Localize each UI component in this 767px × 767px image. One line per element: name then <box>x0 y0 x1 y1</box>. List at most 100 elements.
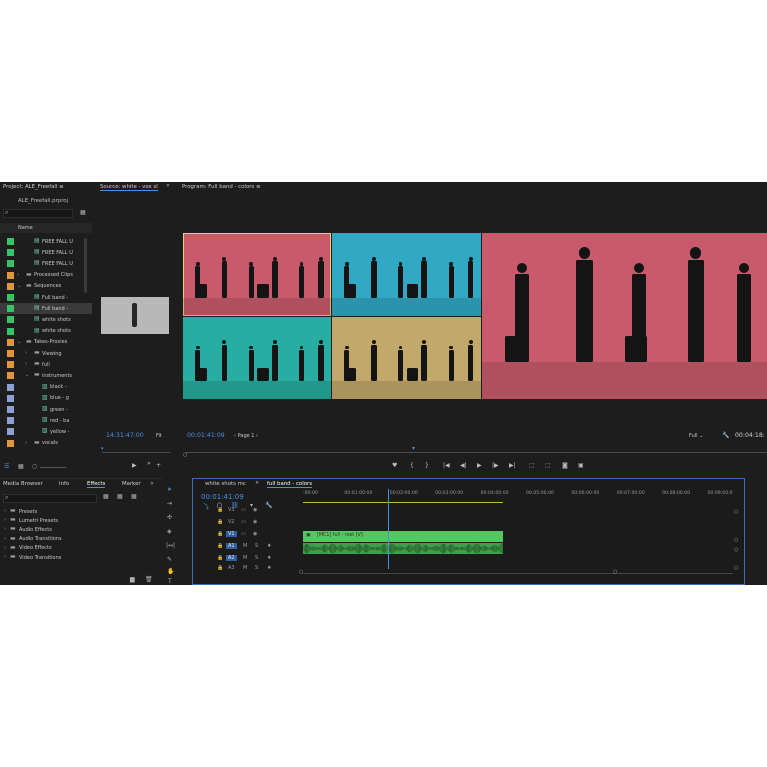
work-area-bar[interactable] <box>303 502 503 503</box>
disclosure-triangle-icon[interactable]: › <box>4 508 6 514</box>
track-solo-button[interactable]: S <box>255 543 258 549</box>
label-color-swatch[interactable] <box>7 350 14 357</box>
effects-tab-info[interactable]: Info <box>59 481 69 487</box>
nest-toggle-icon[interactable]: ⤵ <box>203 502 209 511</box>
source-fit-dropdown[interactable]: Fit <box>156 433 162 439</box>
label-color-swatch[interactable] <box>7 260 14 268</box>
new-bin-icon[interactable]: ▆ <box>130 576 135 583</box>
track-sync-icon[interactable]: ▭ <box>241 519 246 525</box>
source-playhead-icon[interactable]: ▾ <box>101 446 104 452</box>
scroll-handle-left-icon[interactable]: ○ <box>299 569 303 575</box>
project-item[interactable]: ▤ Full band - <box>0 292 92 303</box>
go-to-in-button[interactable]: |◀ <box>443 462 450 469</box>
play-button[interactable]: ▶ <box>477 462 482 469</box>
ripple-edit-tool-icon[interactable]: ✣ <box>167 514 172 521</box>
track-lock-icon[interactable]: 🔒 <box>217 543 223 549</box>
track-sync-icon[interactable]: ▭ <box>241 507 246 513</box>
track-mute-button[interactable]: M <box>243 565 247 571</box>
export-frame-button[interactable]: ◙ <box>562 462 568 469</box>
accelerated-effects-icon[interactable]: ▦ <box>103 493 109 500</box>
page-selector[interactable]: ‹ Page 1 › <box>234 433 258 439</box>
source-scrubber[interactable] <box>102 452 170 453</box>
source-add-button[interactable]: + <box>156 462 161 469</box>
camera-angle-1[interactable] <box>183 233 331 316</box>
source-more-button[interactable]: » <box>147 460 151 467</box>
label-color-swatch[interactable] <box>7 372 14 380</box>
quality-dropdown[interactable]: Full ⌄ <box>689 433 703 439</box>
in-point-marker-icon[interactable]: ○ <box>183 452 187 458</box>
effects-folder[interactable]: › ▬ Presets <box>0 507 160 516</box>
track-sync-icon[interactable]: ▭ <box>241 531 246 537</box>
label-color-swatch[interactable] <box>7 294 14 301</box>
project-item[interactable]: ▤ white shots <box>0 314 92 325</box>
project-item[interactable]: ▧ black - <box>0 382 92 393</box>
icon-view-icon[interactable]: ▦ <box>18 463 24 470</box>
type-tool-icon[interactable]: T <box>168 578 172 585</box>
timeline-timecode[interactable]: 00:01:41:09 <box>201 493 244 501</box>
label-color-swatch[interactable] <box>7 327 14 335</box>
project-item[interactable]: ⌄ ▬ Sequences <box>0 281 92 292</box>
panel-menu-icon[interactable]: ≡ <box>59 184 64 190</box>
track-lock-icon[interactable]: 🔒 <box>217 555 223 561</box>
vscroll-handle-icon[interactable]: ○ <box>734 547 738 553</box>
camera-angle-4[interactable] <box>332 317 481 399</box>
disclosure-triangle-icon[interactable]: › <box>25 350 27 356</box>
project-item[interactable]: ▤ FREE FALL U <box>0 247 92 258</box>
project-item[interactable]: ▧ red - ba <box>0 415 92 426</box>
panel-expand-icon[interactable]: » <box>166 182 170 189</box>
disclosure-triangle-icon[interactable]: ⌄ <box>17 283 21 289</box>
clip-video-v1[interactable]: [MC1] full - rest [V] ▣ <box>303 531 503 542</box>
new-bin-icon[interactable]: ▦ <box>80 209 86 216</box>
32bit-effects-icon[interactable]: ▦ <box>117 493 123 500</box>
disclosure-triangle-icon[interactable]: › <box>4 536 6 542</box>
vscroll-handle-icon[interactable]: ○ <box>734 565 738 571</box>
timeline-ruler[interactable]: :00:00 00:01:00:00 00:02:00:00 00:03:00:00 0… <box>303 489 741 501</box>
disclosure-triangle-icon[interactable]: › <box>17 272 19 278</box>
razor-tool-icon[interactable]: ◈ <box>167 528 172 535</box>
label-color-swatch[interactable] <box>7 271 14 279</box>
label-color-swatch[interactable] <box>7 428 14 436</box>
wrench-icon[interactable]: 🔧 <box>722 432 729 439</box>
label-color-swatch[interactable] <box>7 316 14 324</box>
effects-folder[interactable]: › ▬ Audio Effects <box>0 525 160 534</box>
project-scrollbar[interactable] <box>84 238 87 293</box>
timeline-tab[interactable]: full band - colors <box>267 481 313 488</box>
project-column-header[interactable]: Name <box>0 223 92 233</box>
effects-tab-marker[interactable]: Marker <box>122 481 141 487</box>
track-label-a2[interactable]: A2 <box>226 555 237 561</box>
project-item[interactable]: ▤ Full band - <box>0 303 92 315</box>
project-item[interactable]: › ▬ Processed Clips <box>0 270 92 281</box>
track-select-tool-icon[interactable]: ⇥ <box>167 500 172 507</box>
step-forward-button[interactable]: |▶ <box>492 462 499 469</box>
track-lock-icon[interactable]: 🔒 <box>217 565 223 571</box>
mark-in-button[interactable]: { <box>410 462 414 469</box>
effects-tab-effects[interactable]: Effects <box>87 481 106 488</box>
project-item[interactable]: ▧ blue - g <box>0 393 92 404</box>
source-timecode[interactable]: 14:31:47:00 <box>106 432 144 439</box>
track-label-v3[interactable]: V3 <box>226 507 237 513</box>
track-label-v2[interactable]: V2 <box>226 519 237 525</box>
panel-expand-icon[interactable]: » <box>150 480 154 487</box>
program-menu-icon[interactable]: ≡ <box>256 184 261 190</box>
label-color-swatch[interactable] <box>7 439 14 447</box>
label-color-swatch[interactable] <box>7 338 14 346</box>
label-color-swatch[interactable] <box>7 361 14 369</box>
disclosure-triangle-icon[interactable]: ⌄ <box>25 372 29 378</box>
effects-folder[interactable]: › ▬ Video Effects <box>0 544 160 553</box>
source-monitor-tab[interactable]: Source: white - vox sl <box>100 184 158 191</box>
timeline-playhead[interactable] <box>388 489 390 569</box>
mark-out-button[interactable]: } <box>425 462 429 469</box>
camera-angle-3[interactable] <box>183 317 331 399</box>
effects-folder[interactable]: › ▬ Audio Transitions <box>0 535 160 544</box>
delete-icon[interactable]: 🗑 <box>145 576 153 583</box>
microphone-icon[interactable]: ♦ <box>267 555 271 561</box>
track-solo-button[interactable]: S <box>255 555 258 561</box>
hand-tool-icon[interactable]: ✋ <box>167 568 174 575</box>
program-scrubber[interactable] <box>185 452 767 453</box>
effects-tab-media-browser[interactable]: Media Browser <box>3 481 43 487</box>
project-item[interactable]: › ▬ Viewing <box>0 348 92 359</box>
step-back-button[interactable]: ◀| <box>460 462 467 469</box>
yuv-effects-icon[interactable]: ▦ <box>131 493 137 500</box>
disclosure-triangle-icon[interactable]: › <box>4 526 6 532</box>
project-item[interactable]: › ▬ full <box>0 359 92 370</box>
